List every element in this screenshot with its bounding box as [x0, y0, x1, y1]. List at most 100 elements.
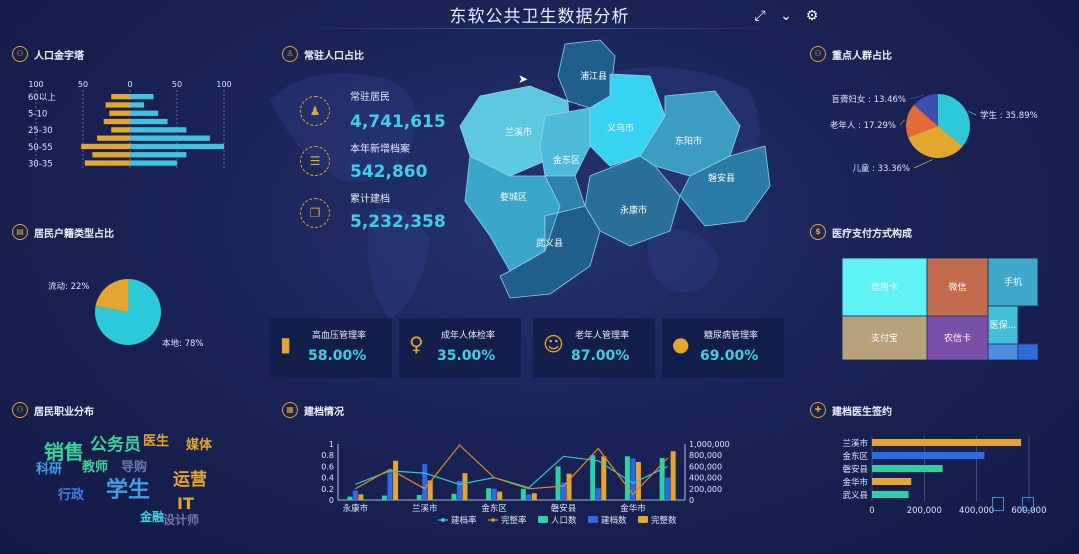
pyramid-category: 30-35 — [28, 159, 53, 169]
records-ytick-right: 1,000,000 — [689, 440, 730, 449]
pyramid-bar-right — [130, 110, 159, 116]
title-divider — [300, 28, 780, 29]
records-legend-label: 建档率 — [451, 515, 477, 526]
pyramid-xtick: 100 — [28, 80, 43, 89]
pyramid-bar-right — [130, 127, 187, 133]
pyramid-bar-right — [130, 94, 154, 100]
records-legend-dot — [491, 518, 495, 522]
records-line-完整率 — [355, 444, 669, 496]
kpi-elderly: ☺ 老年人管理率 87.00% — [533, 318, 655, 378]
stat-value-0: 4,741,615 — [350, 112, 446, 132]
stat-label-0: 常驻居民 — [350, 92, 390, 103]
pyramid-category: 25-30 — [28, 126, 53, 136]
occupation-word-cloud: 销售 公务员 医生 媒体 科研 教师 导购 学生 运营 行政 IT 金融 设计师 — [30, 428, 250, 528]
treemap-label: 信用卡 — [871, 281, 898, 293]
elderly-icon: ☺ — [543, 332, 564, 356]
doctor-bar — [872, 465, 943, 472]
doctor-bar — [872, 439, 1022, 446]
pyramid-bar-left — [92, 152, 130, 158]
record-icon: ☰ — [300, 146, 330, 176]
records-bar-完整数 — [531, 493, 537, 500]
gear-icon[interactable]: ⚙ — [804, 8, 820, 24]
pyramid-bar-left — [109, 110, 130, 116]
records-legend-swatch — [638, 516, 648, 523]
records-ytick-right: 400,000 — [689, 474, 722, 483]
treemap-label: 手机 — [1004, 276, 1022, 288]
treemap-label: 支付宝 — [871, 332, 898, 344]
map-label-1: 兰溪市 — [505, 126, 532, 138]
treemap-label: 微信 — [948, 281, 966, 293]
pyramid-bar-right — [130, 102, 145, 108]
records-bar-人口数 — [382, 495, 388, 500]
records-xlabel: 兰溪市 — [412, 503, 438, 514]
records-ytick-left: 0 — [329, 496, 334, 505]
records-xlabel: 金华市 — [620, 503, 646, 514]
occupation-word: 设计师 — [163, 513, 200, 527]
records-bar-人口数 — [416, 494, 422, 500]
keygroup-leader — [913, 159, 933, 169]
chevron-down-icon[interactable]: ⌄ — [778, 8, 794, 24]
pyramid-bar-left — [84, 160, 130, 166]
doctor-category: 金东区 — [842, 451, 868, 462]
records-legend-label: 建档数 — [601, 515, 627, 526]
records-bar-人口数 — [590, 455, 596, 500]
key-groups-pie: 学生 : 35.89% 儿童 : 33.36% 老年人 : 17.29% 盲聋妇女 :… — [830, 94, 1038, 174]
records-legend-label: 人口数 — [551, 515, 577, 526]
cursor-pointer: ➤ — [518, 72, 529, 86]
pyramid-bar-left — [103, 118, 130, 125]
records-xlabel: 永康市 — [343, 503, 369, 514]
pyramid-xtick: 100 — [216, 80, 231, 89]
records-bar-人口数 — [520, 488, 526, 500]
pyramid-xtick: 50 — [78, 80, 88, 89]
pyramid-bar-left — [105, 102, 130, 108]
map-label-7: 永康市 — [620, 204, 647, 216]
export-image-icon[interactable] — [992, 497, 1004, 511]
records-bar-建档数 — [422, 464, 428, 500]
chart-icon: ▦ — [282, 402, 298, 418]
stat-value-1: 542,860 — [350, 162, 428, 182]
key-groups-title: ⚇ 重点人群占比 — [810, 46, 892, 62]
records-legend-dot — [441, 518, 445, 522]
kpi-adult-checkup: ♀ 成年人体检率 35.00% — [399, 318, 521, 378]
doctor-category: 磐安县 — [842, 464, 868, 475]
resident-icon: ♟ — [300, 96, 330, 126]
expand-icon[interactable]: ⤢ — [752, 8, 768, 24]
records-bar-人口数 — [555, 466, 561, 500]
pyramid-xtick: 50 — [172, 80, 182, 89]
records-ytick-left: 0.2 — [321, 485, 334, 494]
occupation-title: ⚇ 居民职业分布 — [12, 402, 94, 418]
kpi-hypertension: ▮ 高血压管理率 58.00% — [270, 318, 392, 378]
kpi-diabetes: ● 糖尿病管理率 69.00% — [662, 318, 784, 378]
records-chart: 0 0.2 0.4 0.6 0.8 1 0 200,000 400,000 600,000 800,… — [321, 440, 730, 526]
resident-title: ♙ 常驻人口占比 — [282, 46, 364, 62]
records-xlabel: 磐安县 — [551, 503, 577, 514]
occupation-word: 金融 — [140, 510, 165, 524]
pyramid-bar-left — [81, 143, 130, 150]
keygroup-leader — [899, 119, 905, 126]
payment-title: $ 医疗支付方式构成 — [810, 224, 912, 240]
records-legend-label: 完整率 — [501, 515, 527, 526]
records-ytick-left: 1 — [329, 440, 334, 449]
records-ytick-left: 0.6 — [321, 462, 334, 471]
records-bar-建档数 — [595, 488, 601, 500]
keygroup-label: 学生 : 35.89% — [980, 110, 1038, 121]
people-icon: ⚇ — [810, 46, 826, 62]
pyramid-bar-right — [130, 152, 187, 158]
pyramid-category: 60以上 — [28, 93, 56, 103]
occupation-word: 行政 — [58, 488, 85, 503]
occupation-word: 教师 — [82, 460, 109, 475]
records-bar-建档数 — [387, 471, 393, 500]
group-icon-2: ⚇ — [12, 402, 28, 418]
treemap-cell — [987, 343, 1019, 360]
export-pdf-icon[interactable] — [1022, 497, 1034, 511]
records-bar-建档数 — [526, 494, 532, 500]
doctor-xtick: 400,000 — [959, 506, 994, 516]
pyramid-xtick: 0 — [127, 80, 132, 89]
stat-label-2: 累计建档 — [350, 194, 390, 205]
drop-icon: ● — [672, 332, 690, 356]
pyramid-bar-right — [130, 135, 210, 141]
pyramid-bar-right — [130, 118, 168, 125]
records-ytick-right: 800,000 — [689, 451, 722, 460]
pyramid-category: 5-10 — [28, 110, 47, 120]
stat-label-1: 本年新增档案 — [350, 144, 410, 155]
